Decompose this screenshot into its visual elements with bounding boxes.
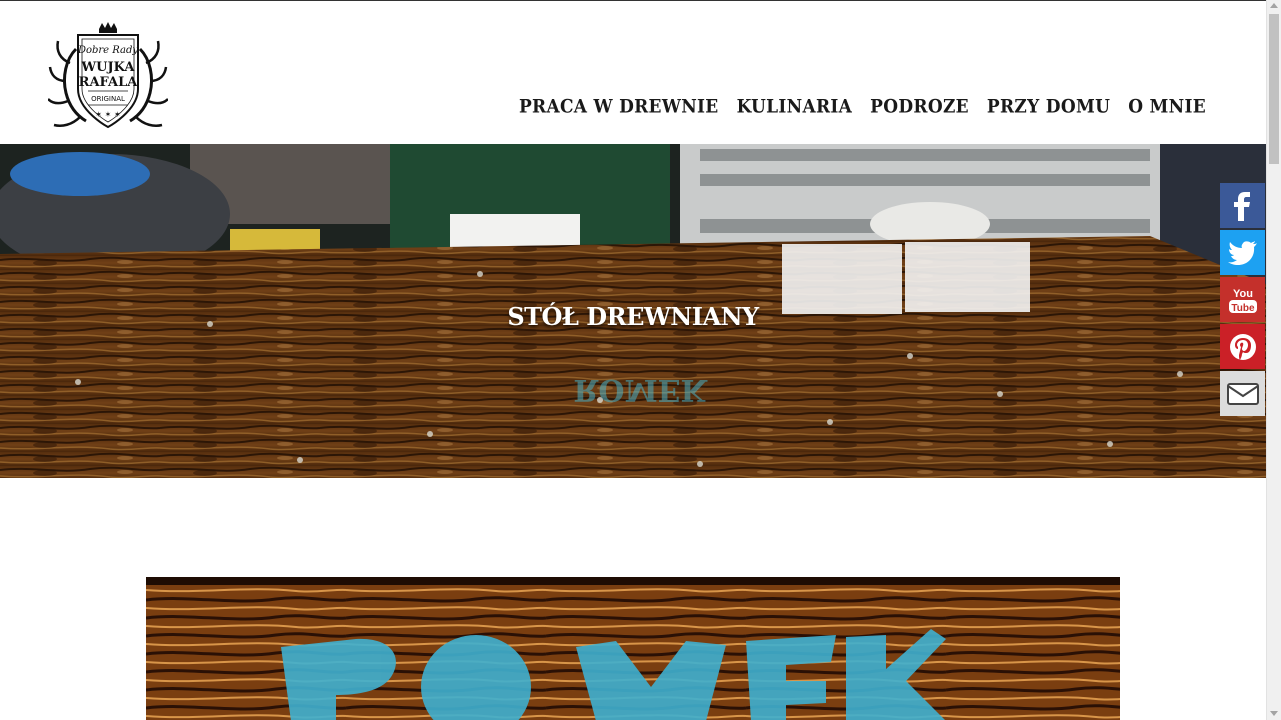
logo-tag: ORIGINAL bbox=[91, 95, 125, 103]
nav-item-przy-domu[interactable]: PRZY DOMU bbox=[987, 96, 1110, 118]
facebook-share-button[interactable] bbox=[1220, 183, 1265, 228]
facebook-icon bbox=[1233, 191, 1250, 221]
hero-banner: ROMEK STÓŁ DREWNIANY bbox=[0, 144, 1266, 478]
site-logo[interactable]: Dobre Rady WUJKA RAFALA ORIGINAL ✶ ✶ ✶ bbox=[47, 19, 169, 137]
email-share-button[interactable] bbox=[1220, 371, 1265, 416]
logo-line2: RAFALA bbox=[79, 75, 139, 90]
nav-item-o-mnie[interactable]: O MNIE bbox=[1128, 96, 1206, 118]
nav-item-praca-w-drewnie[interactable]: PRACA W DREWNIE bbox=[519, 96, 719, 118]
pinterest-share-button[interactable] bbox=[1220, 324, 1265, 369]
youtube-icon: You Tube bbox=[1228, 288, 1257, 314]
nav-item-kulinaria[interactable]: KULINARIA bbox=[737, 96, 853, 118]
youtube-share-button[interactable]: You Tube bbox=[1220, 277, 1265, 322]
twitter-share-button[interactable] bbox=[1220, 230, 1265, 275]
svg-text:✶ ✶ ✶: ✶ ✶ ✶ bbox=[95, 110, 120, 119]
envelope-icon bbox=[1226, 382, 1259, 405]
logo-line1: WUJKA bbox=[81, 60, 136, 75]
site-header: Dobre Rady WUJKA RAFALA ORIGINAL ✶ ✶ ✶ P… bbox=[0, 1, 1266, 144]
svg-text:Tube: Tube bbox=[1231, 303, 1255, 314]
logo-script: Dobre Rady bbox=[77, 45, 138, 56]
scrollbar-thumb[interactable] bbox=[1269, 14, 1279, 164]
svg-text:You: You bbox=[1233, 288, 1253, 300]
nav-item-podroze[interactable]: PODROZE bbox=[870, 96, 969, 118]
twitter-icon bbox=[1227, 240, 1257, 265]
scroll-down-arrow-icon[interactable] bbox=[1270, 711, 1278, 716]
main-nav: PRACA W DREWNIE KULINARIA PODROZE PRZY D… bbox=[519, 96, 1206, 118]
svg-text:ROMEK: ROMEK bbox=[573, 372, 707, 407]
scroll-up-arrow-icon[interactable] bbox=[1270, 3, 1278, 8]
social-share-bar: You Tube bbox=[1220, 183, 1265, 418]
pinterest-icon bbox=[1229, 333, 1256, 360]
page: Dobre Rady WUJKA RAFALA ORIGINAL ✶ ✶ ✶ P… bbox=[0, 0, 1266, 720]
page-title: STÓŁ DREWNIANY bbox=[507, 302, 759, 331]
vertical-scrollbar[interactable] bbox=[1266, 0, 1281, 720]
content-image[interactable] bbox=[146, 577, 1120, 720]
